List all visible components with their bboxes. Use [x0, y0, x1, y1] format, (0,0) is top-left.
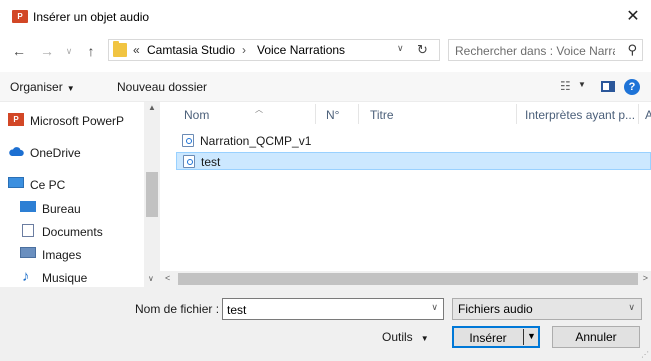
search-input[interactable]	[455, 43, 615, 58]
scroll-right-icon[interactable]: >	[643, 273, 648, 283]
breadcrumb-camtasia-studio[interactable]: Camtasia Studio	[147, 43, 235, 57]
filename-input[interactable]	[227, 302, 417, 317]
chevron-down-icon[interactable]: ∨	[431, 302, 438, 313]
scroll-up-icon[interactable]: ▲	[148, 103, 156, 112]
scroll-down-icon[interactable]: ∨	[148, 274, 154, 283]
documents-icon	[22, 224, 34, 237]
filetype-value: Fichiers audio	[458, 302, 533, 316]
column-header-title[interactable]: Titre	[370, 108, 394, 122]
computer-icon	[8, 177, 24, 188]
address-box[interactable]: « Camtasia Studio › Voice Narrations ∨ ↻	[108, 39, 440, 61]
nav-item-images[interactable]: Images	[0, 244, 144, 264]
preview-pane-icon[interactable]	[601, 81, 615, 92]
breadcrumb-overflow[interactable]: «	[133, 43, 140, 57]
window-title: Insérer un objet audio	[33, 10, 150, 24]
chevron-down-icon[interactable]: ▼	[527, 331, 536, 341]
sort-ascending-icon: ︿	[255, 105, 263, 114]
file-name: test	[201, 155, 221, 169]
breadcrumb-voice-narrations[interactable]: Voice Narrations	[257, 43, 345, 57]
cloud-icon	[9, 147, 24, 156]
refresh-icon[interactable]: ↻	[417, 42, 428, 58]
back-button[interactable]: ←	[10, 42, 28, 60]
help-icon[interactable]: ?	[624, 79, 640, 95]
insert-label: Insérer	[469, 331, 507, 345]
nav-item-label: Microsoft PowerP	[30, 114, 125, 128]
column-divider[interactable]	[638, 104, 639, 124]
column-header-artists[interactable]: Interprètes ayant p...	[525, 108, 635, 122]
column-header-name[interactable]: Nom ︿	[184, 105, 263, 122]
chevron-down-icon: ▼	[66, 84, 75, 93]
column-divider[interactable]	[315, 104, 316, 124]
tools-button[interactable]: Outils ▼	[382, 330, 429, 344]
column-header-album[interactable]: A	[645, 108, 651, 122]
column-header-label: Nom	[184, 108, 210, 122]
chevron-down-icon[interactable]: ▼	[578, 80, 586, 89]
recent-locations-dropdown[interactable]: ∨	[60, 42, 78, 60]
cancel-button[interactable]: Annuler	[552, 326, 640, 348]
file-name: Narration_QCMP_v1	[200, 134, 312, 148]
nav-item-label: Ce PC	[30, 178, 66, 192]
forward-button[interactable]: →	[38, 42, 56, 60]
column-divider[interactable]	[358, 104, 359, 124]
nav-item-label: Images	[42, 248, 82, 262]
scroll-left-icon[interactable]: <	[165, 273, 170, 283]
chevron-down-icon[interactable]: ∨	[397, 43, 404, 54]
command-toolbar: Organiser ▼ Nouveau dossier ☷ ▼ ?	[0, 72, 651, 102]
nav-item-ce-pc[interactable]: Ce PC	[0, 174, 144, 194]
dialog-footer: Nom de fichier : ∨ Fichiers audio ∨ Outi…	[0, 287, 651, 361]
desktop-icon	[20, 201, 36, 212]
nav-item-onedrive[interactable]: OneDrive	[0, 142, 144, 162]
search-icon[interactable]: ⚲	[627, 42, 637, 58]
filename-combobox[interactable]: ∨	[222, 298, 444, 320]
filetype-select[interactable]: Fichiers audio ∨	[452, 298, 642, 320]
insert-button[interactable]: Insérer ▼	[452, 326, 540, 348]
chevron-down-icon: ▼	[420, 334, 429, 343]
title-bar: P Insérer un objet audio ✕	[0, 0, 651, 34]
navigation-scrollbar[interactable]: ▲ ∨	[144, 102, 160, 287]
column-headers: Nom ︿ N° Titre Interprètes ayant p... A	[160, 102, 651, 126]
nav-item-musique[interactable]: ♪ Musique	[0, 267, 144, 287]
audio-file-icon	[183, 155, 195, 168]
new-folder-button[interactable]: Nouveau dossier	[117, 80, 207, 94]
scrollbar-thumb[interactable]	[178, 273, 638, 285]
nav-item-documents[interactable]: Documents	[0, 221, 144, 241]
audio-file-icon	[182, 134, 194, 147]
file-list: Nom ︿ N° Titre Interprètes ayant p... A N…	[160, 102, 651, 287]
nav-item-label: Documents	[42, 225, 103, 239]
horizontal-scrollbar[interactable]: < >	[160, 271, 651, 287]
organize-label: Organiser	[10, 80, 63, 94]
folder-icon	[113, 41, 127, 57]
search-box[interactable]: ⚲	[448, 39, 643, 61]
nav-item-label: Musique	[42, 271, 88, 285]
up-button[interactable]: ↑	[82, 42, 100, 60]
file-row-selected[interactable]: test	[176, 152, 651, 170]
scrollbar-thumb[interactable]	[146, 172, 158, 217]
chevron-down-icon: ∨	[628, 302, 635, 312]
tools-label: Outils	[382, 330, 413, 344]
music-icon: ♪	[22, 268, 30, 285]
close-button[interactable]: ✕	[615, 0, 651, 34]
navigation-pane: P Microsoft PowerP OneDrive Ce PC Bureau…	[0, 102, 160, 287]
resize-grip-icon[interactable]: ⋰	[641, 350, 649, 359]
images-icon	[20, 247, 36, 258]
view-options-icon[interactable]: ☷	[560, 79, 576, 93]
nav-item-label: Bureau	[42, 202, 81, 216]
powerpoint-icon: P	[12, 10, 28, 23]
nav-item-label: OneDrive	[30, 146, 81, 160]
organize-button[interactable]: Organiser ▼	[10, 80, 75, 94]
nav-item-microsoft-powerpoint[interactable]: P Microsoft PowerP	[0, 110, 144, 130]
file-row[interactable]: Narration_QCMP_v1	[176, 132, 651, 150]
nav-item-bureau[interactable]: Bureau	[0, 198, 144, 218]
address-bar-row: ← → ∨ ↑ « Camtasia Studio › Voice Narrat…	[0, 34, 651, 68]
split-divider	[523, 329, 524, 345]
column-header-number[interactable]: N°	[326, 108, 339, 122]
filename-label: Nom de fichier :	[135, 302, 220, 316]
column-divider[interactable]	[516, 104, 517, 124]
powerpoint-icon: P	[8, 113, 24, 126]
breadcrumb-separator[interactable]: ›	[242, 43, 246, 57]
